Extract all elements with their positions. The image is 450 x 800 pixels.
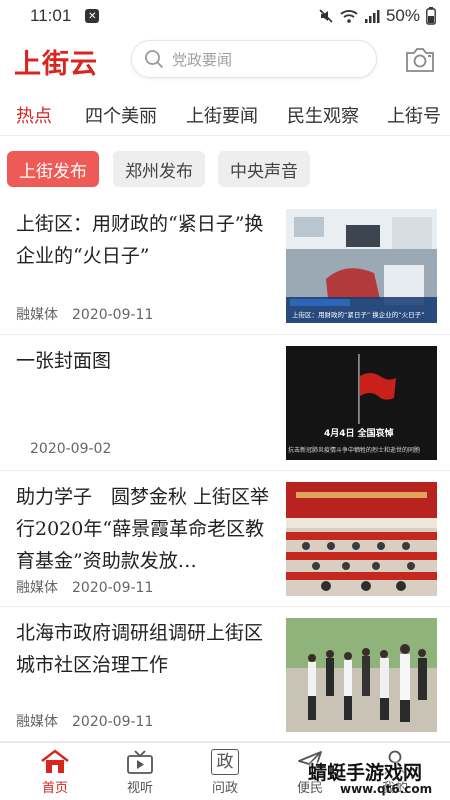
article-meta: 融媒体 2020-09-11: [16, 711, 153, 731]
app-header: 上街云 党政要闻: [0, 36, 450, 86]
notification-icon: ✕: [85, 9, 100, 23]
nav-home[interactable]: 首页: [25, 749, 85, 796]
thumb-caption: 上街区：用财政的“紧日子” 换企业的“火日子”: [292, 310, 425, 319]
battery-icon: [426, 7, 436, 25]
nav-inquiry[interactable]: 政 问政: [195, 749, 255, 796]
battery-percent: 50%: [385, 6, 420, 25]
article-item[interactable]: 一张封面图 2020-09-02 4月4日 全国哀悼 抗击新冠肺炎疫情斗争中牺牲…: [0, 335, 450, 471]
camera-icon[interactable]: [404, 46, 436, 74]
article-meta: 融媒体 2020-09-11: [16, 304, 153, 324]
article-date: 2020-09-11: [72, 714, 154, 730]
tab-shangjie-accounts[interactable]: 上街号: [387, 102, 441, 128]
filter-central-voice[interactable]: 中央声音: [218, 151, 310, 187]
watermark-text: 蜻蜓手游戏网: [308, 762, 423, 784]
tab-livelihood[interactable]: 民生观察: [287, 102, 359, 128]
article-title: 上街区：用财政的“紧日子”换企业的“火日子”: [16, 213, 264, 267]
article-title: 助力学子 圆梦金秋 上街区举行2020年“薛景霞革命老区教育基金”资助款发放…: [16, 486, 270, 572]
article-date: 2020-09-11: [72, 307, 154, 323]
article-thumbnail: 4月4日 全国哀悼 抗击新冠肺炎疫情斗争中牺牲的烈士和逝世的同胞: [286, 346, 437, 460]
article-item[interactable]: 北海市政府调研组调研上街区城市社区治理工作 融媒体 2020-09-11: [0, 607, 450, 742]
article-meta: 2020-09-02: [30, 441, 111, 457]
article-thumbnail: [286, 618, 437, 732]
filter-shangjie-release[interactable]: 上街发布: [7, 151, 99, 187]
status-bar: 11:01 ✕ 50%: [0, 0, 450, 32]
article-source: 融媒体: [16, 714, 58, 730]
search-input[interactable]: 党政要闻: [131, 40, 377, 78]
status-time: 11:01: [30, 6, 72, 25]
article-item[interactable]: 助力学子 圆梦金秋 上街区举行2020年“薛景霞革命老区教育基金”资助款发放… …: [0, 471, 450, 607]
zheng-icon: 政: [211, 749, 239, 775]
tab-hot[interactable]: 热点: [16, 102, 52, 128]
wifi-icon: [340, 10, 358, 23]
filter-zhengzhou-release[interactable]: 郑州发布: [113, 151, 205, 187]
nav-label: 首页: [41, 781, 68, 796]
article-date: 2020-09-11: [72, 580, 154, 596]
nav-audiovisual[interactable]: 视听: [110, 749, 170, 796]
article-item[interactable]: 上街区：用财政的“紧日子”换企业的“火日子” 融媒体 2020-09-11 上街区…: [0, 198, 450, 335]
status-icons: 50%: [318, 6, 436, 26]
tab-shangjie-news[interactable]: 上街要闻: [186, 102, 258, 128]
article-title: 一张封面图: [16, 350, 112, 372]
thumb-caption: 4月4日 全国哀悼: [324, 427, 394, 439]
tab-four-beauties[interactable]: 四个美丽: [85, 102, 157, 128]
article-source: 融媒体: [16, 580, 58, 596]
article-thumbnail: 上街区：用财政的“紧日子” 换企业的“火日子”: [286, 209, 437, 323]
category-tabs: 热点 四个美丽 上街要闻 民生观察 上街号: [0, 92, 450, 136]
app-logo: 上街云: [14, 49, 98, 80]
mute-icon: [319, 9, 333, 23]
article-date: 2020-09-02: [30, 441, 112, 457]
tv-icon: [127, 750, 153, 774]
nav-label: 问政: [211, 781, 238, 796]
article-meta: 融媒体 2020-09-11: [16, 577, 153, 597]
article-source: 融媒体: [16, 307, 58, 323]
thumb-subcaption: 抗击新冠肺炎疫情斗争中牺牲的烈士和逝世的同胞: [288, 446, 420, 454]
search-placeholder: 党政要闻: [172, 50, 233, 69]
article-thumbnail: [286, 482, 437, 596]
nav-label: 视听: [126, 781, 153, 796]
article-title: 北海市政府调研组调研上街区城市社区治理工作: [16, 622, 264, 676]
home-icon: [41, 749, 69, 773]
search-icon: [145, 50, 164, 69]
watermark-url: www.qt6.com: [340, 782, 433, 796]
signal-icon: [364, 10, 380, 23]
